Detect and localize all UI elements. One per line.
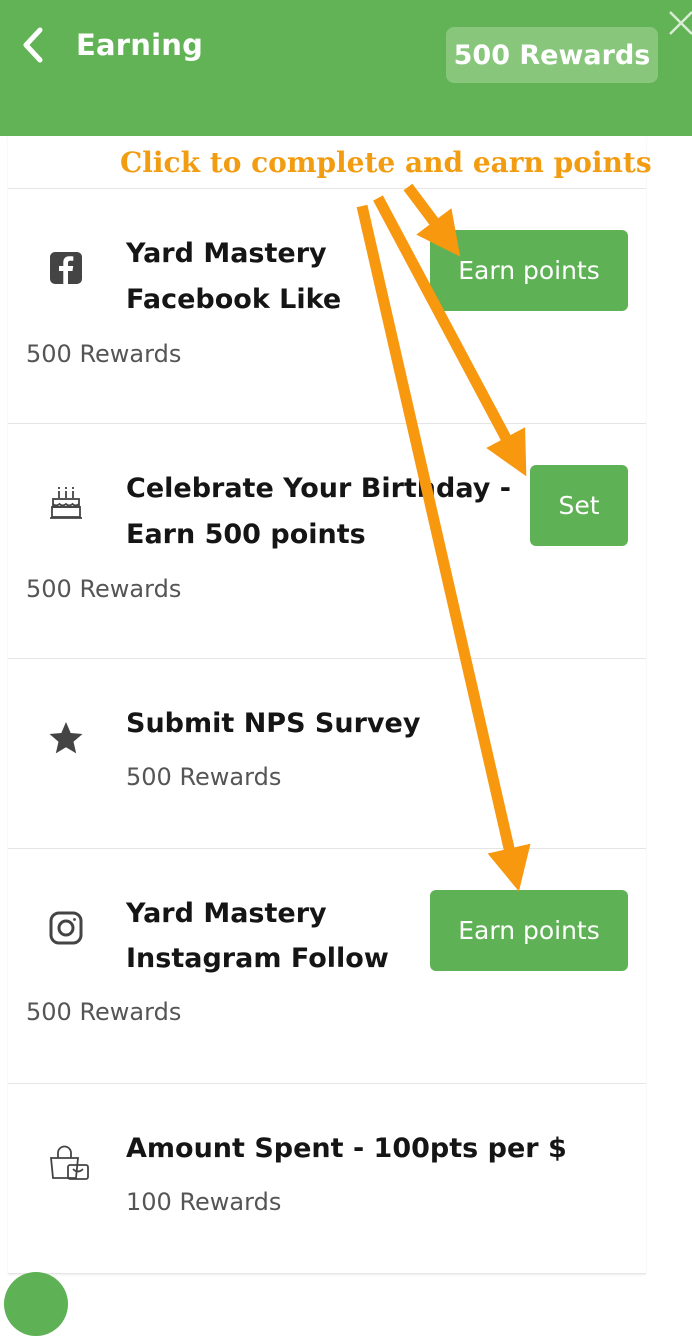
- callout-text: Click to complete and earn points: [120, 146, 652, 179]
- points-balance-badge: 500 Rewards: [446, 27, 658, 83]
- star-icon: [48, 720, 84, 756]
- card-title-line: Yard Mastery: [126, 898, 327, 929]
- earn-points-button[interactable]: Earn points: [430, 890, 628, 971]
- birthday-cake-icon: [48, 485, 84, 521]
- page-title: Earning: [76, 28, 204, 62]
- reward-amount: 100 Rewards: [126, 1188, 282, 1216]
- reward-amount: 500 Rewards: [26, 998, 182, 1026]
- shopping-bag-icon: [48, 1145, 89, 1181]
- card-title-line: Celebrate Your Birthday -: [126, 473, 511, 504]
- card-title-line: Facebook Like: [126, 284, 342, 315]
- earn-card-facebook: Yard Mastery Facebook Like 500 Rewards E…: [8, 189, 646, 424]
- card-title-line: Submit NPS Survey: [126, 708, 421, 739]
- earn-card-birthday: Celebrate Your Birthday - Earn 500 point…: [8, 424, 646, 659]
- app-header: Earning 500 Rewards: [0, 0, 692, 136]
- earn-points-button[interactable]: Earn points: [430, 230, 628, 311]
- card-title-line: Earn 500 points: [126, 519, 366, 550]
- close-button[interactable]: [666, 6, 692, 38]
- reward-amount: 500 Rewards: [126, 763, 282, 791]
- instagram-icon: [48, 910, 84, 946]
- card-title-line: Amount Spent - 100pts per $: [126, 1133, 567, 1164]
- card-title-line: Yard Mastery: [126, 238, 327, 269]
- set-birthday-button[interactable]: Set: [530, 465, 628, 546]
- earn-card-instagram: Yard Mastery Instagram Follow 500 Reward…: [8, 849, 646, 1084]
- back-button[interactable]: [16, 24, 56, 68]
- reward-amount: 500 Rewards: [26, 340, 182, 368]
- facebook-icon: [48, 250, 84, 286]
- chevron-left-icon: [23, 27, 43, 63]
- reward-amount: 500 Rewards: [26, 575, 182, 603]
- earn-card-amount-spent: Amount Spent - 100pts per $ 100 Rewards: [8, 1084, 646, 1274]
- card-title-line: Instagram Follow: [126, 943, 389, 974]
- earn-card-nps-survey: Submit NPS Survey 500 Rewards: [8, 659, 646, 849]
- close-icon: [669, 11, 692, 35]
